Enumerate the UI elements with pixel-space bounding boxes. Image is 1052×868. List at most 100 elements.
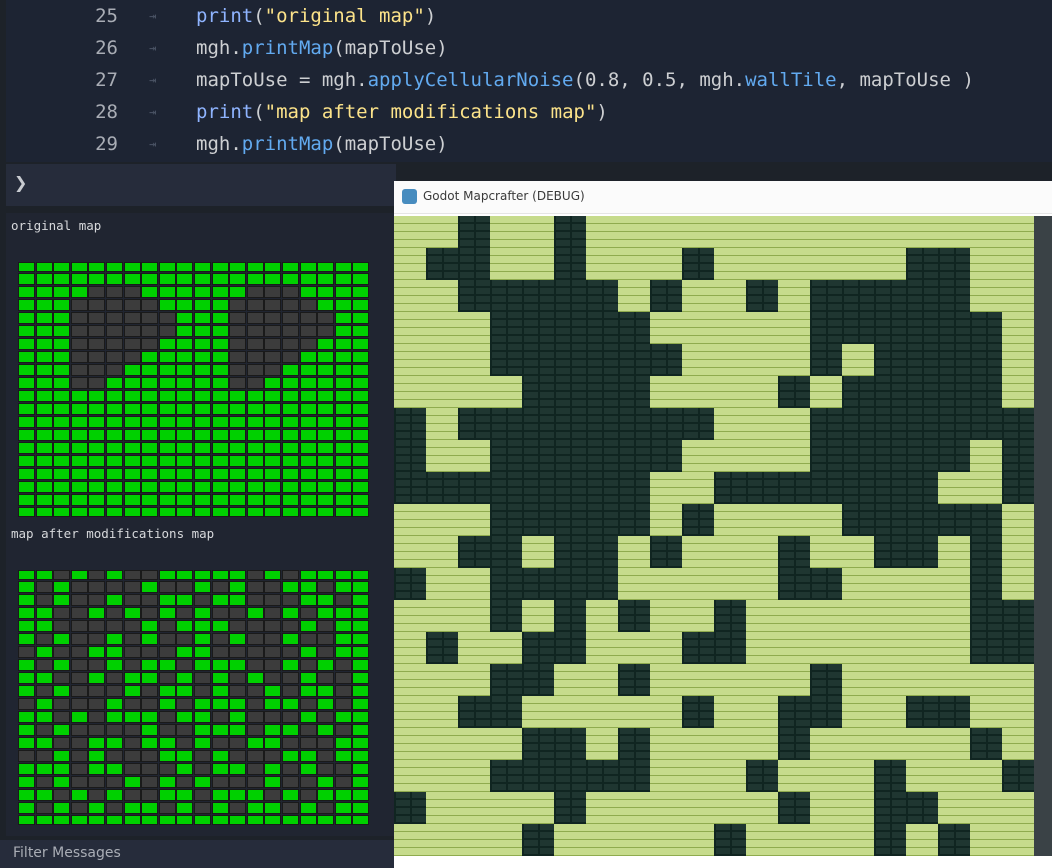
floor-cell	[53, 364, 71, 376]
floor-cell	[281, 273, 299, 285]
code-editor[interactable]: 25 ⇥ print("original map") 26 ⇥ mgh.printMap(…	[6, 0, 1052, 162]
floor-cell	[176, 646, 194, 658]
floor-cell	[158, 273, 176, 285]
filter-messages-input[interactable]: Filter Messages	[0, 840, 395, 868]
floor-cell	[299, 763, 317, 775]
wall-tile	[970, 408, 1002, 440]
floor-tile	[586, 728, 618, 760]
floor-cell	[18, 494, 35, 506]
wall-tile	[426, 472, 458, 504]
floor-cell	[88, 737, 106, 749]
floor-tile	[394, 344, 426, 376]
floor-cell	[211, 338, 229, 350]
wall-tile	[522, 376, 554, 408]
floor-cell	[334, 620, 352, 632]
code-line[interactable]: 27 ⇥ mapToUse = mgh.applyCellularNoise(0.8…	[6, 64, 1052, 96]
floor-cell	[229, 494, 247, 506]
floor-cell	[35, 338, 53, 350]
floor-tile	[618, 696, 650, 728]
floor-cell	[141, 377, 159, 389]
console-input-bar[interactable]: ❯	[6, 164, 396, 206]
floor-cell	[123, 672, 141, 684]
floor-tile	[1002, 728, 1034, 760]
wall-tile	[714, 824, 746, 856]
floor-tile	[586, 664, 618, 696]
floor-cell	[229, 429, 247, 441]
floor-cell	[176, 455, 194, 467]
wall-tile	[554, 248, 586, 280]
floor-cell	[299, 815, 317, 825]
floor-cell	[246, 737, 264, 749]
floor-cell	[317, 351, 335, 363]
wall-cell	[246, 286, 264, 298]
floor-tile	[1002, 568, 1034, 600]
wall-tile	[490, 312, 522, 344]
game-window[interactable]: Godot Mapcrafter (DEBUG)	[394, 181, 1052, 868]
floor-tile	[746, 440, 778, 472]
wall-tile	[778, 728, 810, 760]
line-number: 29	[95, 133, 118, 155]
floor-cell	[176, 312, 194, 324]
floor-cell	[352, 273, 370, 285]
floor-tile	[906, 216, 938, 248]
wall-tile	[810, 280, 842, 312]
floor-tile	[426, 728, 458, 760]
floor-tile	[650, 792, 682, 824]
wall-cell	[158, 581, 176, 593]
floor-cell	[18, 581, 35, 593]
floor-cell	[53, 338, 71, 350]
floor-cell	[176, 442, 194, 454]
code-line[interactable]: 28 ⇥ print("map after modifications map")	[6, 96, 1052, 128]
floor-cell	[35, 711, 53, 723]
wall-tile	[618, 664, 650, 696]
wall-cell	[229, 364, 247, 376]
wall-cell	[105, 685, 123, 697]
wall-tile	[970, 728, 1002, 760]
floor-tile	[458, 344, 490, 376]
wall-tile	[650, 536, 682, 568]
code-line[interactable]: 26 ⇥ mgh.printMap(mapToUse)	[6, 32, 1052, 64]
floor-cell	[35, 646, 53, 658]
wall-cell	[88, 776, 106, 788]
floor-cell	[158, 416, 176, 428]
floor-cell	[299, 468, 317, 480]
floor-cell	[317, 364, 335, 376]
floor-cell	[299, 364, 317, 376]
floor-cell	[53, 776, 71, 788]
floor-cell	[105, 698, 123, 710]
floor-cell	[158, 659, 176, 671]
wall-tile	[842, 376, 874, 408]
floor-cell	[193, 481, 211, 493]
floor-cell	[141, 351, 159, 363]
floor-tile	[746, 632, 778, 664]
floor-cell	[229, 659, 247, 671]
floor-cell	[105, 377, 123, 389]
floor-cell	[35, 442, 53, 454]
floor-cell	[158, 286, 176, 298]
floor-tile	[1002, 344, 1034, 376]
wall-tile	[458, 408, 490, 440]
code-line[interactable]: 25 ⇥ print("original map")	[6, 0, 1052, 32]
wall-cell	[158, 672, 176, 684]
floor-tile	[938, 472, 970, 504]
wall-tile	[490, 536, 522, 568]
floor-tile	[746, 504, 778, 536]
floor-cell	[18, 403, 35, 415]
wall-cell	[105, 672, 123, 684]
floor-tile	[970, 824, 1002, 856]
wall-cell	[88, 659, 106, 671]
wall-cell	[176, 737, 194, 749]
floor-tile	[746, 216, 778, 248]
tab-indent-icon: ⇥	[149, 41, 157, 55]
code-line[interactable]: 29 ⇥ mgh.printMap(mapToUse)	[6, 128, 1052, 160]
wall-tile	[842, 440, 874, 472]
floor-cell	[352, 262, 370, 272]
wall-cell	[105, 724, 123, 736]
floor-cell	[281, 429, 299, 441]
window-titlebar[interactable]: Godot Mapcrafter (DEBUG)	[394, 181, 1052, 214]
wall-tile	[522, 408, 554, 440]
wall-tile	[938, 344, 970, 376]
floor-cell	[299, 481, 317, 493]
floor-tile	[618, 280, 650, 312]
floor-cell	[334, 507, 352, 517]
